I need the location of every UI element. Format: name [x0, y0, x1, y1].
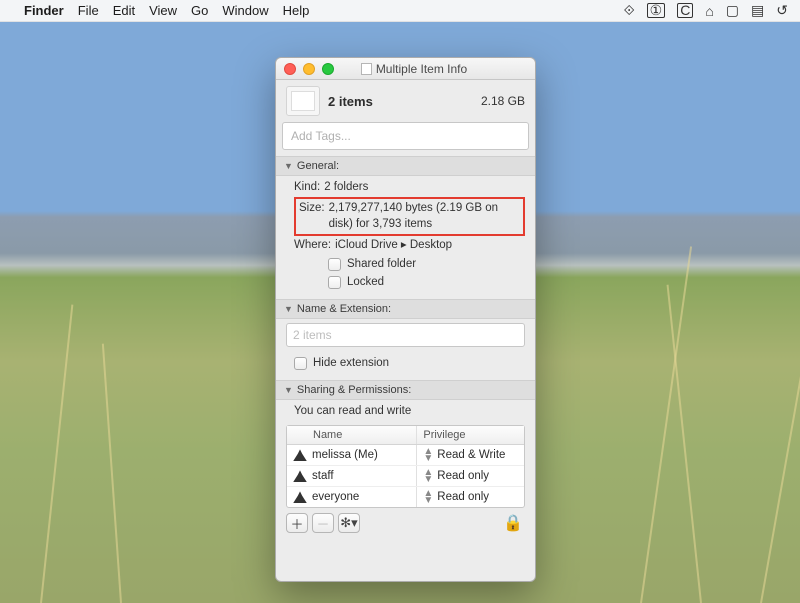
permissions-row[interactable]: everyone ▲▼ Read only	[287, 487, 524, 507]
menu-file[interactable]: File	[78, 3, 99, 18]
shared-folder-label: Shared folder	[347, 256, 416, 273]
sharing-note: You can read and write	[294, 405, 411, 417]
decorative	[667, 285, 702, 603]
locked-label: Locked	[347, 274, 384, 291]
group-icon	[293, 470, 307, 482]
home-icon[interactable]: ⌂	[705, 3, 713, 19]
size-value: 2,179,277,140 bytes (2.19 GB on disk) fo…	[329, 200, 520, 233]
user-icon	[293, 449, 307, 461]
where-value: iCloud Drive ▸ Desktop	[335, 237, 452, 254]
caffeine-icon[interactable]: C	[677, 3, 693, 18]
app-name[interactable]: Finder	[24, 3, 64, 18]
perm-priv: Read & Write	[437, 449, 505, 461]
onepassword-icon[interactable]: ①	[647, 3, 666, 18]
perm-name: melissa (Me)	[312, 449, 378, 461]
permissions-footer: ＋ － ✻▾ 🔒	[286, 513, 525, 533]
perm-priv: Read only	[437, 491, 489, 503]
section-name-ext-label: Name & Extension:	[297, 303, 391, 315]
decorative	[102, 344, 122, 603]
section-general-label: General:	[297, 160, 339, 172]
perm-name: staff	[312, 470, 334, 482]
section-sharing[interactable]: ▼ Sharing & Permissions:	[276, 380, 535, 400]
stepper-icon[interactable]: ▲▼	[423, 448, 433, 462]
document-icon	[361, 63, 372, 75]
airplay-icon[interactable]: ▢	[726, 2, 739, 19]
menu-help[interactable]: Help	[283, 3, 310, 18]
kind-label: Kind:	[294, 179, 320, 196]
info-window: Multiple Item Info 2 items 2.18 GB Add T…	[275, 57, 536, 582]
stepper-icon[interactable]: ▲▼	[423, 469, 433, 483]
remove-user-button[interactable]: －	[312, 513, 334, 533]
tags-input[interactable]: Add Tags...	[282, 122, 529, 150]
permissions-row[interactable]: melissa (Me) ▲▼ Read & Write	[287, 445, 524, 466]
hide-extension-label: Hide extension	[313, 355, 389, 372]
section-sharing-label: Sharing & Permissions:	[297, 384, 411, 396]
window-title: Multiple Item Info	[301, 62, 527, 76]
lock-icon[interactable]: 🔒	[503, 513, 523, 533]
item-count: 2 items	[328, 94, 473, 109]
chevron-down-icon: ▼	[284, 304, 293, 314]
col-privilege[interactable]: Privilege	[417, 426, 524, 444]
everyone-icon	[293, 491, 307, 503]
locked-checkbox[interactable]	[328, 276, 341, 289]
menu-edit[interactable]: Edit	[113, 3, 135, 18]
permissions-header: Name Privilege	[287, 426, 524, 445]
menu-go[interactable]: Go	[191, 3, 208, 18]
where-label: Where:	[294, 237, 331, 254]
add-user-button[interactable]: ＋	[286, 513, 308, 533]
size-label: Size:	[299, 200, 325, 233]
permissions-row[interactable]: staff ▲▼ Read only	[287, 466, 524, 487]
date-icon[interactable]: ▤	[751, 2, 764, 19]
close-button[interactable]	[284, 63, 296, 75]
general-body: Kind: 2 folders Size: 2,179,277,140 byte…	[276, 176, 535, 299]
timemachine-icon[interactable]: ↺	[776, 2, 788, 19]
hide-extension-checkbox[interactable]	[294, 357, 307, 370]
chevron-down-icon: ▼	[284, 385, 293, 395]
menu-window[interactable]: Window	[222, 3, 268, 18]
permissions-table: Name Privilege melissa (Me) ▲▼ Read & Wri…	[286, 425, 525, 508]
chevron-down-icon: ▼	[284, 161, 293, 171]
decorative	[40, 305, 73, 603]
stepper-icon[interactable]: ▲▼	[423, 490, 433, 504]
action-menu-button[interactable]: ✻▾	[338, 513, 360, 533]
title-bar[interactable]: Multiple Item Info	[276, 58, 535, 80]
kind-value: 2 folders	[324, 179, 368, 196]
section-general[interactable]: ▼ General:	[276, 156, 535, 176]
decorative	[640, 246, 692, 603]
menu-bar: Finder File Edit View Go Window Help ⟐ ①…	[0, 0, 800, 22]
total-size: 2.18 GB	[481, 94, 525, 108]
col-name[interactable]: Name	[287, 426, 417, 444]
summary-row: 2 items 2.18 GB	[276, 80, 535, 122]
folder-stack-icon	[286, 86, 320, 116]
decorative	[760, 229, 800, 603]
perm-priv: Read only	[437, 470, 489, 482]
shared-folder-checkbox[interactable]	[328, 258, 341, 271]
name-ext-input[interactable]: 2 items	[286, 323, 525, 347]
section-name-ext[interactable]: ▼ Name & Extension:	[276, 299, 535, 319]
dropbox-icon[interactable]: ⟐	[624, 2, 635, 19]
menu-view[interactable]: View	[149, 3, 177, 18]
perm-name: everyone	[312, 491, 359, 503]
